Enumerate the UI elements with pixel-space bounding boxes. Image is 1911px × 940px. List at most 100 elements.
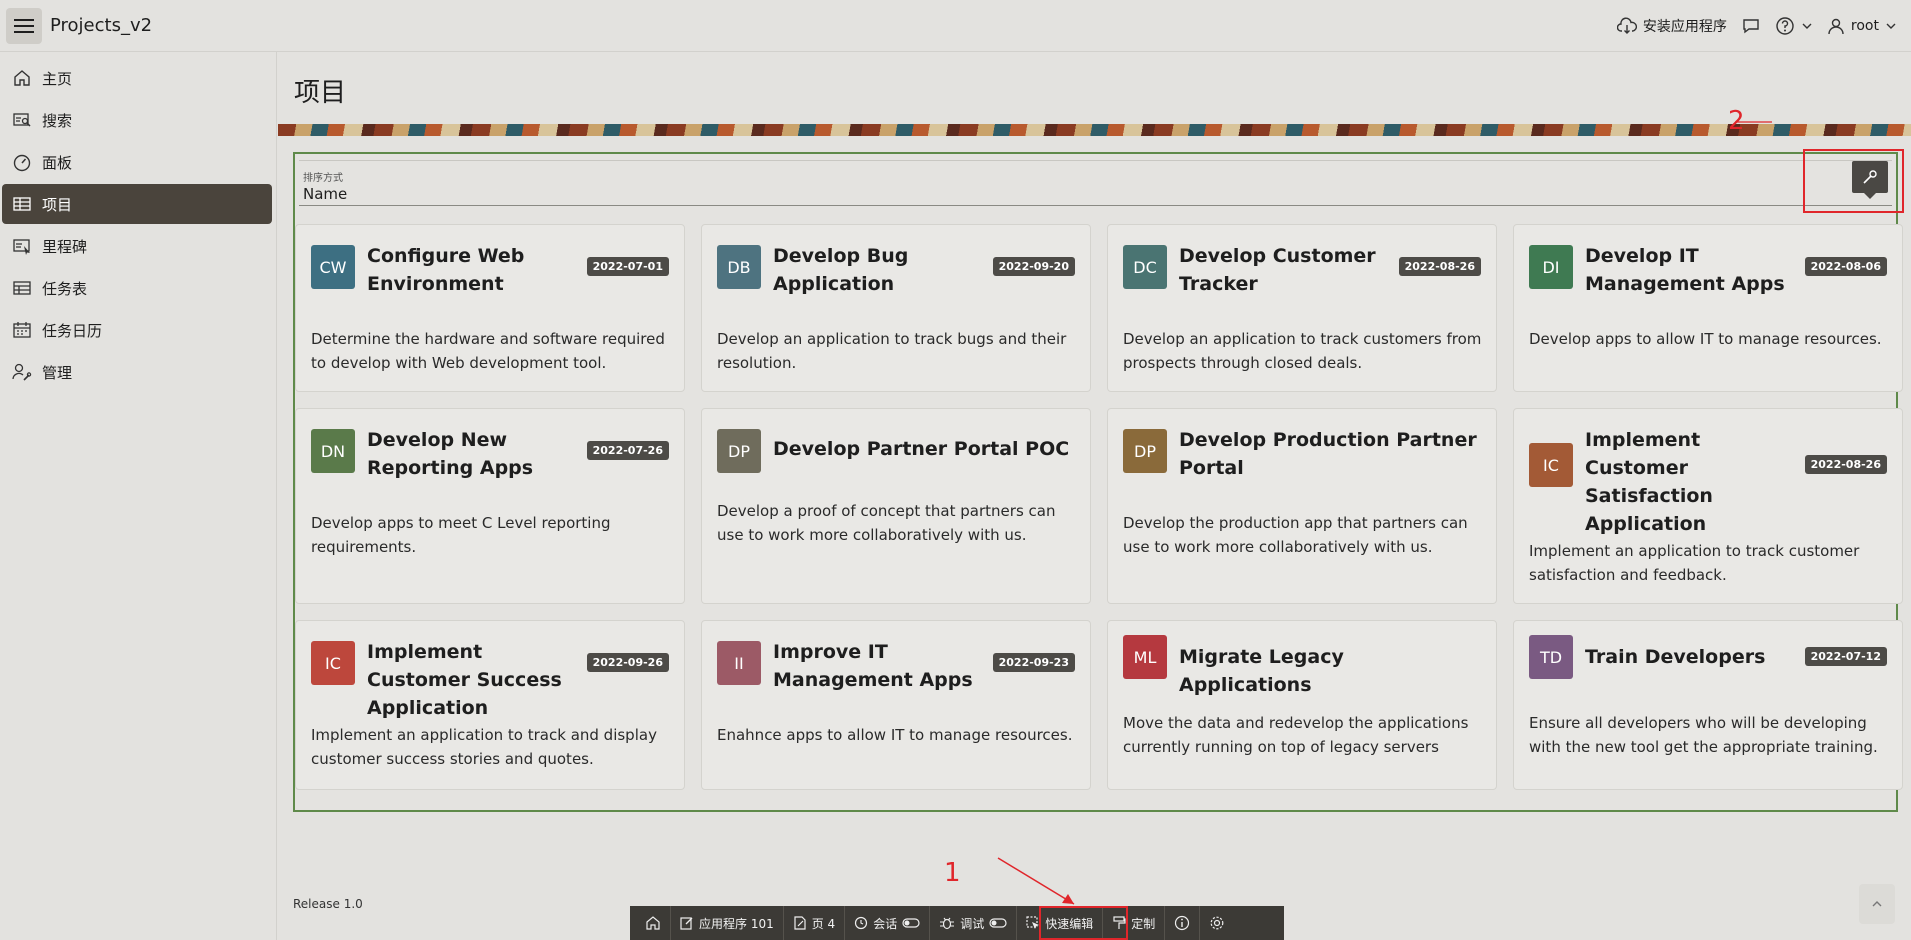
project-initials-avatar: DC	[1123, 245, 1167, 289]
devbar-page-button[interactable]: 页 4	[784, 906, 846, 940]
sidebar-item-search[interactable]: 搜索	[2, 100, 272, 140]
sidebar-item-label: 里程碑	[42, 237, 88, 256]
date-badge: 2022-09-20	[992, 257, 1075, 276]
project-description: Develop an application to track customer…	[1123, 330, 1482, 372]
project-card[interactable]: CW Configure Web Environment 2022-07-01 …	[295, 224, 685, 392]
project-card[interactable]: DP Develop Partner Portal POC Develop a …	[701, 408, 1091, 604]
project-title: Migrate Legacy Applications	[1179, 646, 1344, 696]
app-title[interactable]: Projects_v2	[50, 15, 152, 36]
projects-cards-region: 排序方式 Name CW Configure Web Environment 2…	[293, 152, 1903, 812]
project-title: Develop New Reporting Apps	[367, 429, 534, 479]
devbar-app-label: 应用程序 101	[699, 916, 774, 931]
date-badge: 2022-08-26	[1398, 257, 1481, 276]
sidebar-item-label: 主页	[42, 69, 73, 88]
install-app-button[interactable]: 安装应用程序	[1616, 16, 1727, 36]
project-card[interactable]: DB Develop Bug Application 2022-09-20 De…	[701, 224, 1091, 392]
project-description: Ensure all developers who will be develo…	[1529, 714, 1878, 756]
gear-icon	[1210, 916, 1224, 930]
sort-label: 排序方式	[303, 173, 343, 184]
project-initials-avatar: DP	[717, 429, 761, 473]
devbar-debug-button[interactable]: 调试	[930, 906, 1018, 940]
table-icon	[13, 197, 31, 211]
date-badge: 2022-09-23	[992, 653, 1075, 672]
project-card[interactable]: II Improve IT Management Apps 2022-09-23…	[701, 620, 1091, 790]
project-card[interactable]: DI Develop IT Management Apps 2022-08-06…	[1513, 224, 1903, 392]
project-description: Move the data and redevelop the applicat…	[1123, 714, 1469, 756]
sidebar-item-dashboard[interactable]: 面板	[2, 142, 272, 182]
project-title: Train Developers	[1585, 646, 1766, 668]
sidebar-item-task-sheet[interactable]: 任务表	[2, 268, 272, 308]
project-title: Develop Partner Portal POC	[773, 438, 1070, 460]
sidebar-item-admin[interactable]: 管理	[2, 352, 272, 392]
project-description: Develop a proof of concept that partners…	[717, 502, 1056, 544]
chevron-down-icon	[1802, 23, 1812, 29]
project-title: Improve IT Management Apps	[773, 641, 973, 691]
project-title: Develop Bug Application	[773, 245, 909, 295]
project-initials-avatar: DP	[1123, 429, 1167, 473]
sidebar-item-projects[interactable]: 项目	[2, 184, 272, 224]
info-icon	[1175, 915, 1190, 931]
sidebar-item-label: 管理	[42, 363, 73, 382]
help-menu-button[interactable]	[1775, 16, 1813, 36]
sidebar-nav: 主页 搜索 面板 项目 里程碑 任务表 任务日历 管理	[0, 52, 277, 940]
project-description: Implement an application to track and di…	[311, 726, 657, 768]
project-description: Determine the hardware and software requ…	[311, 330, 665, 372]
project-description: Develop apps to meet C Level reporting r…	[311, 514, 611, 556]
project-card[interactable]: IC Implement Customer Satisfaction Appli…	[1513, 408, 1903, 604]
install-app-label: 安装应用程序	[1642, 19, 1727, 35]
project-description: Develop apps to allow IT to manage resou…	[1529, 330, 1882, 348]
annotation-box-quick-edit	[1039, 906, 1128, 940]
toggle-icon	[902, 918, 920, 928]
cloud-download-icon	[1616, 17, 1637, 34]
feedback-button[interactable]	[1741, 17, 1761, 35]
search-report-icon	[13, 113, 31, 127]
sidebar-item-home[interactable]: 主页	[2, 58, 272, 98]
project-card[interactable]: TD Train Developers 2022-07-12 Ensure al…	[1513, 620, 1903, 790]
devbar-session-button[interactable]: 会话	[845, 906, 931, 940]
sidebar-item-milestones[interactable]: 里程碑	[2, 226, 272, 266]
grid-icon	[13, 281, 31, 295]
devbar-info-button[interactable]	[1165, 906, 1201, 940]
user-menu-button[interactable]: root	[1827, 17, 1897, 35]
bug-icon	[940, 917, 955, 930]
project-card[interactable]: DP Develop Production Partner Portal Dev…	[1107, 408, 1497, 604]
project-card[interactable]: DC Develop Customer Tracker 2022-08-26 D…	[1107, 224, 1497, 392]
session-icon	[855, 916, 868, 930]
project-card[interactable]: ML Migrate Legacy Applications Move the …	[1107, 620, 1497, 790]
project-initials-avatar: CW	[311, 245, 355, 289]
hamburger-menu-button[interactable]	[6, 7, 42, 44]
devbar-session-label: 会话	[873, 916, 898, 931]
project-card[interactable]: DN Develop New Reporting Apps 2022-07-26…	[295, 408, 685, 604]
calendar-icon	[13, 322, 31, 338]
sidebar-item-label: 面板	[42, 153, 73, 172]
project-title: Configure Web Environment	[367, 245, 525, 295]
home-icon	[14, 70, 30, 86]
sort-value: Name	[303, 185, 348, 203]
release-label: Release 1.0	[293, 897, 363, 911]
user-icon	[1828, 18, 1844, 35]
top-header: Projects_v2 安装应用程序 root	[0, 0, 1911, 52]
project-description: Enahnce apps to allow IT to manage resou…	[717, 726, 1073, 744]
scroll-to-top-button[interactable]	[1859, 884, 1895, 924]
user-name: root	[1850, 18, 1879, 34]
date-badge: 2022-07-01	[586, 257, 669, 276]
chevron-down-icon	[1886, 23, 1896, 29]
date-badge: 2022-08-06	[1804, 257, 1887, 276]
annotation-number-2: 2	[1728, 106, 1745, 136]
hamburger-icon	[14, 18, 34, 33]
project-card[interactable]: IC Implement Customer Success Applicatio…	[295, 620, 685, 790]
project-initials-avatar: IC	[311, 641, 355, 685]
sidebar-item-task-calendar[interactable]: 任务日历	[2, 310, 272, 350]
devbar-settings-button[interactable]	[1200, 906, 1234, 940]
sort-select[interactable]: 排序方式 Name	[299, 160, 1892, 206]
devbar-application-button[interactable]: 应用程序 101	[671, 906, 784, 940]
dashboard-icon	[13, 154, 31, 172]
project-initials-avatar: ML	[1123, 635, 1167, 679]
date-badge: 2022-09-26	[586, 653, 669, 672]
project-title: Develop IT Management Apps	[1585, 245, 1785, 295]
project-initials-avatar: DI	[1529, 245, 1573, 289]
project-description: Develop the production app that partners…	[1123, 514, 1468, 556]
project-initials-avatar: II	[717, 641, 761, 685]
project-title: Develop Production Partner Portal	[1179, 429, 1477, 479]
devbar-home-button[interactable]	[636, 906, 671, 940]
